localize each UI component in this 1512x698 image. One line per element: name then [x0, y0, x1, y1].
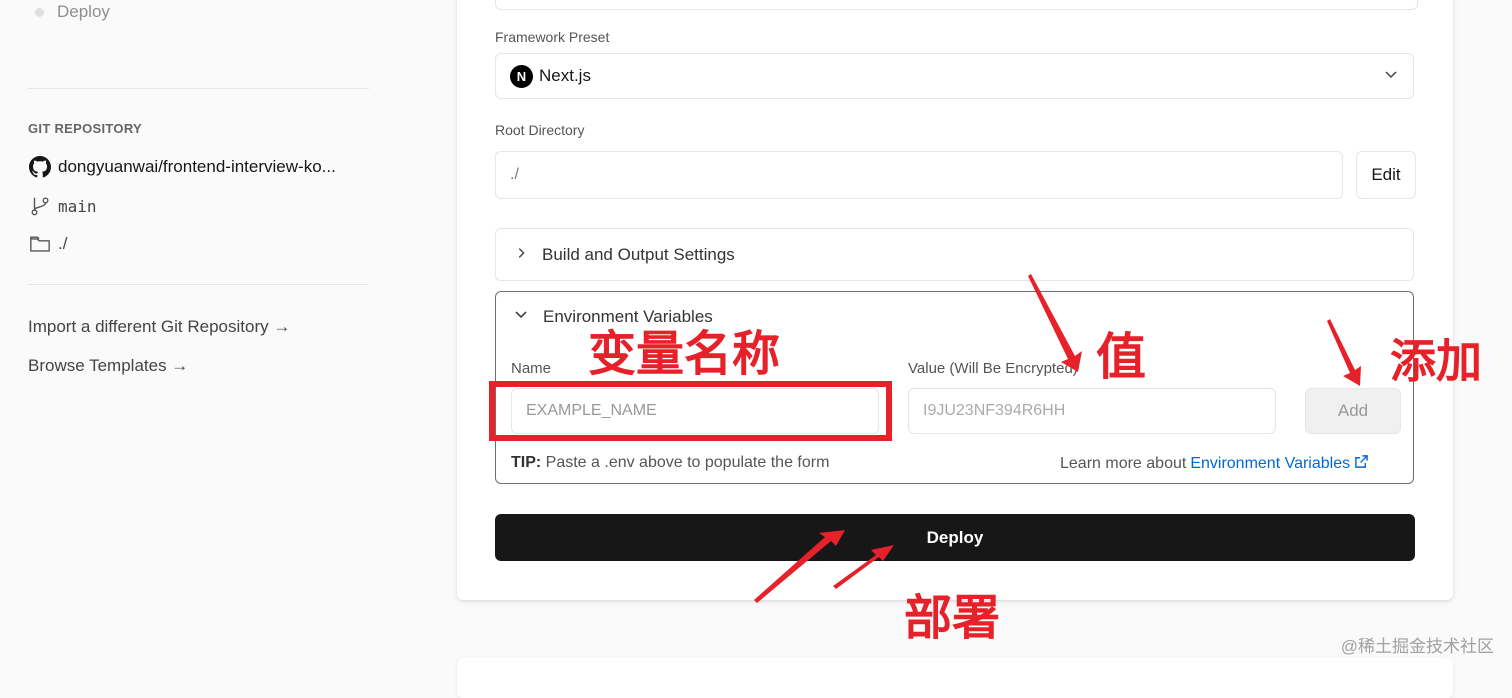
branch-name: main — [58, 196, 97, 216]
repo-name: dongyuanwai/frontend-interview-ko... — [58, 157, 336, 176]
step-dot — [35, 7, 44, 17]
env-value-label: Value (Will Be Encrypted) — [908, 360, 1078, 377]
watermark: @稀土掘金技术社区 — [1340, 637, 1494, 656]
add-annotation: 添加 — [1390, 334, 1482, 388]
branch-row: main — [28, 194, 97, 218]
folder-icon — [28, 232, 52, 256]
directory-path: ./ — [58, 234, 68, 253]
name-annotation: 变量名称 — [588, 326, 781, 382]
learn-more-prefix: Learn more about — [1060, 455, 1187, 472]
chevron-down-icon — [1383, 66, 1399, 87]
chevron-right-icon — [514, 245, 528, 265]
edit-button[interactable]: Edit — [1356, 151, 1416, 199]
tip-text: Paste a .env above to populate the form — [541, 454, 830, 471]
env-value-input[interactable]: I9JU23NF394R6HH — [908, 388, 1276, 434]
deploy-button[interactable]: Deploy — [495, 514, 1415, 561]
github-icon — [28, 155, 52, 179]
root-directory-input[interactable]: ./ — [495, 151, 1343, 199]
env-name-label: Name — [511, 360, 552, 377]
step-deploy: Deploy — [35, 0, 110, 24]
env-variables-title: Environment Variables — [543, 306, 713, 326]
project-name-input[interactable] — [495, 0, 1418, 10]
repo-row[interactable]: dongyuanwai/frontend-interview-ko... — [28, 155, 336, 179]
framework-label: Framework Preset — [495, 29, 610, 45]
env-tip: TIP: Paste a .env above to populate the … — [511, 454, 829, 472]
env-variables-toggle[interactable]: Environment Variables — [513, 306, 713, 327]
name-field-highlight — [489, 381, 892, 441]
env-docs-link[interactable]: Environment Variables — [1190, 455, 1350, 473]
import-repo-link[interactable]: Import a different Git Repository → — [28, 317, 290, 337]
framework-select[interactable]: N Next.js — [495, 53, 1414, 99]
browse-templates-link[interactable]: Browse Templates → — [28, 356, 188, 376]
value-annotation: 值 — [1096, 328, 1146, 386]
tip-prefix: TIP: — [511, 454, 542, 471]
next-card — [457, 658, 1453, 698]
deploy-annotation: 部署 — [904, 590, 1001, 646]
framework-value: Next.js — [539, 66, 591, 85]
build-settings-label: Build and Output Settings — [542, 244, 735, 264]
divider — [28, 284, 369, 285]
external-link-icon[interactable] — [1354, 454, 1369, 474]
branch-icon — [28, 194, 52, 218]
directory-row: ./ — [28, 232, 67, 256]
learn-more: Learn more about Environment Variables — [1060, 454, 1369, 474]
root-directory-label: Root Directory — [495, 122, 585, 138]
divider — [28, 88, 369, 89]
add-env-button[interactable]: Add — [1305, 388, 1401, 434]
chevron-down-icon — [513, 306, 529, 327]
nextjs-logo-icon: N — [510, 64, 533, 88]
git-section-title: GIT REPOSITORY — [28, 121, 142, 136]
build-settings-accordion[interactable]: Build and Output Settings — [495, 228, 1414, 281]
step-label: Deploy — [57, 2, 110, 21]
